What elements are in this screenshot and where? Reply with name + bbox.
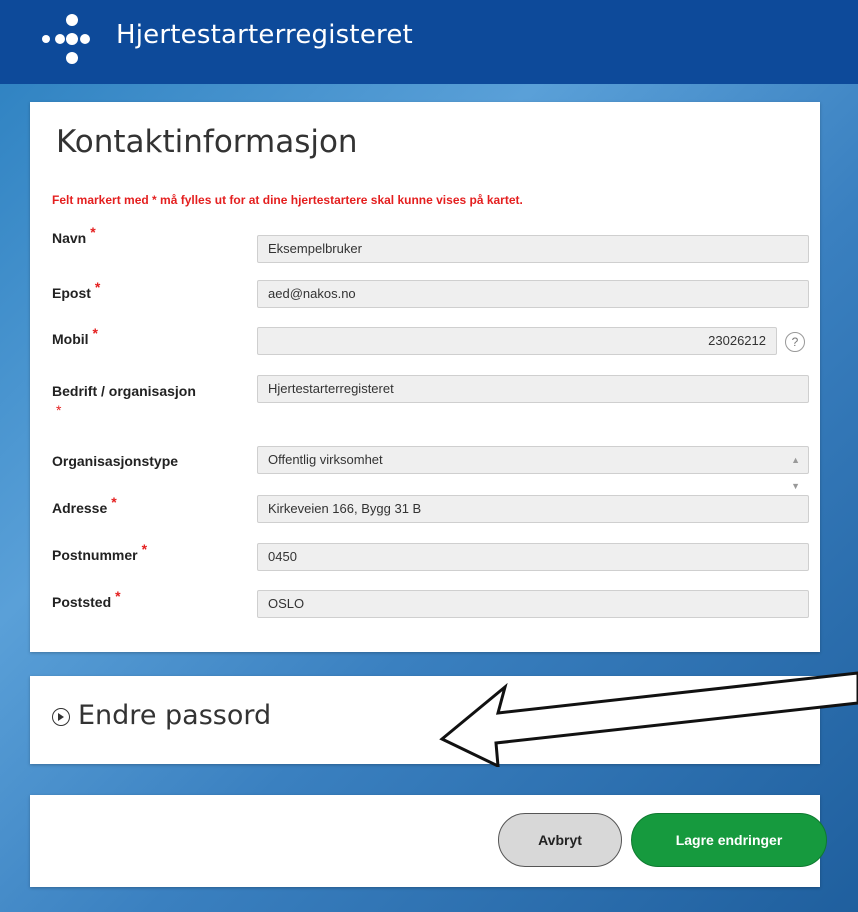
required-mark: * [111, 494, 117, 510]
required-mark: * [94, 279, 101, 295]
postnummer-field[interactable]: 0450 [257, 543, 809, 571]
pointer-arrow-annotation [439, 671, 858, 767]
save-button[interactable]: Lagre endringer [631, 813, 827, 867]
change-password-toggle[interactable]: Endre passord [78, 700, 271, 731]
label-poststed: Poststed * [52, 588, 121, 610]
label-adresse: Adresse * [52, 494, 117, 516]
poststed-field[interactable]: OSLO [257, 590, 809, 618]
required-mark: * [90, 224, 96, 240]
navn-field[interactable]: Eksempelbruker [257, 235, 809, 263]
app-title: Hjertestarterregisteret [116, 20, 413, 50]
mobil-field[interactable]: 23026212 [257, 327, 777, 355]
chevron-right-circle-icon[interactable] [52, 708, 70, 726]
cancel-button[interactable]: Avbryt [498, 813, 622, 867]
required-mark: * [115, 588, 121, 604]
label-postnummer: Postnummer * [52, 541, 148, 563]
orgtype-select[interactable]: Offentlig virksomhet ▲ ▼ [257, 446, 809, 491]
epost-field[interactable]: aed@nakos.no [257, 280, 809, 308]
help-icon[interactable]: ? [785, 332, 805, 352]
logo-icon [42, 14, 90, 64]
bedrift-field[interactable]: Hjertestarterregisteret [257, 375, 809, 403]
adresse-field[interactable]: Kirkeveien 166, Bygg 31 B [257, 495, 809, 523]
contact-card: Kontaktinformasjon Felt markert med * må… [30, 102, 820, 652]
label-bedrift: Bedrift / organisasjon [52, 383, 196, 399]
label-epost: Epost * [52, 279, 101, 301]
label-mobil: Mobil * [52, 325, 98, 347]
required-mark: * [56, 402, 62, 418]
app-header: Hjertestarterregisteret [0, 0, 858, 84]
required-mark: * [141, 541, 148, 557]
required-notice: Felt markert med * må fylles ut for at d… [52, 193, 523, 207]
actions-card: Avbryt Lagre endringer [30, 795, 827, 887]
label-navn: Navn * [52, 224, 96, 246]
label-orgtype: Organisasjonstype [52, 453, 179, 469]
select-arrows-icon: ▲ ▼ [791, 455, 800, 491]
required-mark: * [92, 325, 98, 341]
page-title: Kontaktinformasjon [56, 124, 358, 160]
orgtype-value: Offentlig virksomhet [268, 452, 383, 467]
